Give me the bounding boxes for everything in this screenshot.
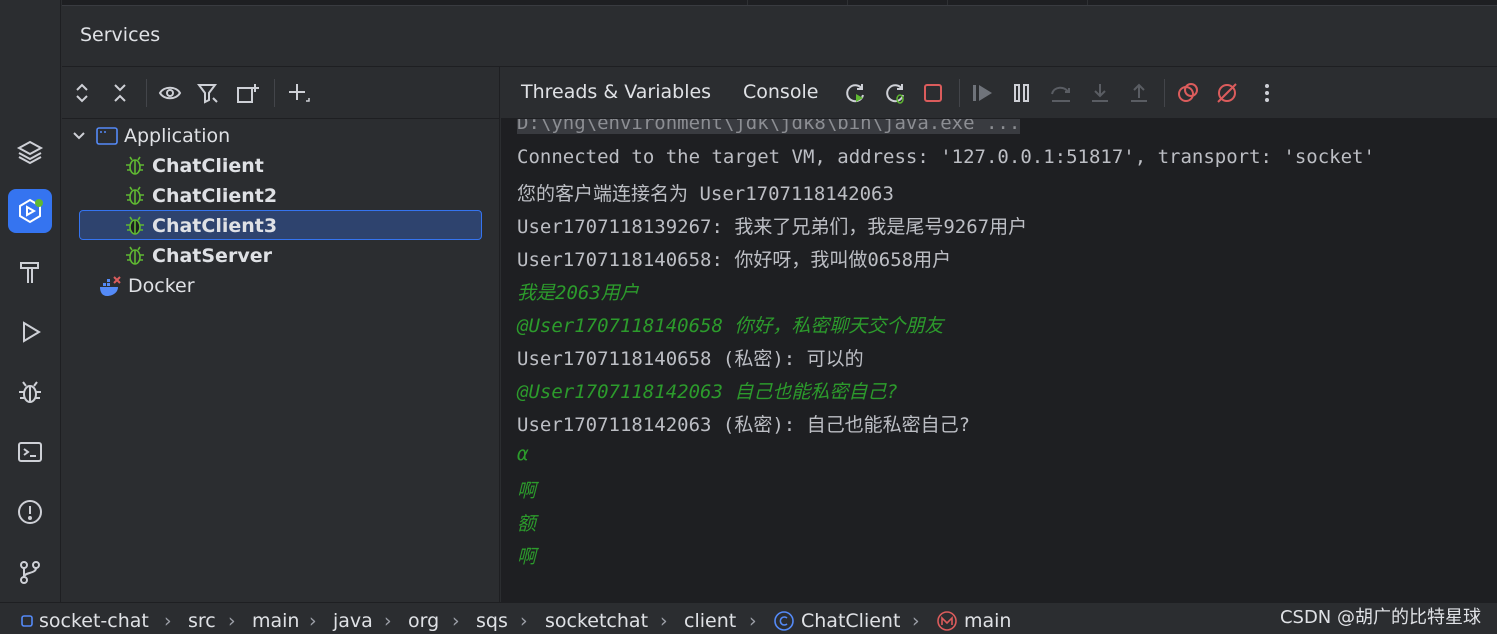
breadcrumb-label: main: [964, 610, 1012, 632]
tree-item-label: ChatClient3: [152, 215, 278, 237]
bug-icon: [124, 155, 146, 177]
tree-item-docker[interactable]: Docker: [98, 271, 195, 301]
terminal-icon[interactable]: [8, 430, 52, 474]
breadcrumb-label: socket-chat: [39, 610, 149, 632]
status-bar: socket-chat › src › main › java › org › …: [0, 602, 1497, 634]
module-icon: [21, 615, 33, 627]
debug-toolbar: Threads & Variables Console: [501, 67, 1497, 119]
breadcrumb-label: ChatClient: [801, 610, 901, 632]
console-user-input-line: α: [517, 443, 529, 465]
breadcrumb-socketchat[interactable]: socketchat: [545, 610, 648, 632]
console-user-input-line: 啊: [517, 480, 537, 502]
bug-icon: [124, 245, 146, 267]
breadcrumb-chevron-icon: ›: [660, 610, 668, 632]
tree-item-label: ChatClient2: [152, 185, 278, 207]
tree-item-chatclient3[interactable]: ChatClient3: [124, 211, 277, 241]
tab-console[interactable]: Console: [743, 81, 818, 103]
layers-icon[interactable]: [8, 130, 52, 174]
breadcrumb-chevron-icon: ›: [749, 610, 757, 632]
breadcrumb-method[interactable]: main: [936, 610, 1011, 632]
resume-icon[interactable]: [969, 79, 997, 107]
breadcrumb-sqs[interactable]: sqs: [476, 610, 508, 632]
class-icon: [774, 611, 794, 631]
services-header: Services: [62, 6, 1497, 67]
debug-bug-icon[interactable]: [8, 370, 52, 414]
rerun-debug-icon[interactable]: [881, 79, 909, 107]
breadcrumb-chevron-icon: ›: [912, 610, 920, 632]
mute-breakpoints-icon[interactable]: [1213, 79, 1241, 107]
console-line: User1707118140658 (私密): 可以的: [517, 348, 864, 370]
more-options-icon[interactable]: [1253, 79, 1281, 107]
services-tree-pane: Application ChatClient ChatClient2 ChatC…: [62, 67, 500, 602]
tree-item-label: Docker: [128, 275, 195, 297]
breadcrumb-chevron-icon: ›: [452, 610, 460, 632]
console-line: Connected to the target VM, address: '12…: [517, 146, 1375, 168]
console-user-input-line: @User1707118142063 自己也能私密自己?: [517, 381, 898, 403]
console-user-input-line: 我是2063用户: [517, 282, 639, 304]
breadcrumb-chevron-icon: ›: [520, 610, 528, 632]
docker-icon: [98, 275, 122, 297]
tree-item-chatclient2[interactable]: ChatClient2: [124, 181, 277, 211]
step-out-icon[interactable]: [1125, 79, 1153, 107]
tree-item-chatclient[interactable]: ChatClient: [124, 151, 264, 181]
collapse-all-icon[interactable]: [106, 79, 134, 107]
rerun-icon[interactable]: [841, 79, 869, 107]
tree-item-label: Application: [124, 125, 231, 147]
tree-item-label: ChatServer: [152, 245, 272, 267]
expand-all-icon[interactable]: [68, 79, 96, 107]
breadcrumb-class[interactable]: ChatClient: [773, 610, 900, 632]
build-hammer-icon[interactable]: [8, 250, 52, 294]
panel-title: Services: [80, 24, 161, 46]
breadcrumb-chevron-icon: ›: [309, 610, 317, 632]
breadcrumb-src[interactable]: src: [188, 610, 216, 632]
breadcrumb-chevron-icon: ›: [164, 610, 172, 632]
breadcrumb-org[interactable]: org: [408, 610, 439, 632]
tool-window-strip: [0, 0, 61, 602]
chevron-down-icon[interactable]: [72, 129, 86, 143]
eye-icon[interactable]: [156, 79, 184, 107]
breadcrumb-java[interactable]: java: [333, 610, 373, 632]
new-group-icon[interactable]: [234, 79, 262, 107]
run-icon[interactable]: [8, 310, 52, 354]
console-user-input-line: 额: [517, 513, 537, 535]
console-pane: Threads & Variables Console D:\yng\envir…: [501, 67, 1497, 602]
git-branch-icon[interactable]: [8, 550, 52, 594]
watermark: CSDN @胡广的比特星球: [1279, 607, 1481, 628]
tree-toolbar: [62, 67, 500, 119]
tree-item-label: ChatClient: [152, 155, 264, 177]
tree-item-application[interactable]: Application: [72, 121, 230, 151]
application-icon: [96, 127, 118, 145]
breadcrumb-client[interactable]: client: [684, 610, 736, 632]
console-user-input-line: 啊: [517, 546, 537, 568]
console-line: User1707118139267: 我来了兄弟们，我是尾号9267用户: [517, 216, 1028, 238]
step-into-icon[interactable]: [1086, 79, 1114, 107]
console-line: User1707118140658: 你好呀，我叫做0658用户: [517, 249, 952, 271]
console-line: 您的客户端连接名为 User1707118142063: [517, 183, 894, 205]
filter-icon[interactable]: [194, 79, 222, 107]
services-icon[interactable]: [8, 189, 52, 233]
bug-icon: [124, 185, 146, 207]
console-command-line: D:\yng\environment\jdk\jdk8\bin\java.exe…: [517, 119, 1021, 134]
breadcrumb-chevron-icon: ›: [228, 610, 236, 632]
problems-icon[interactable]: [8, 490, 52, 534]
console-line: User1707118142063 (私密): 自己也能私密自己?: [517, 414, 971, 436]
console-user-input-line: @User1707118140658 你好，私密聊天交个朋友: [517, 315, 944, 337]
stop-icon[interactable]: [919, 79, 947, 107]
view-breakpoints-icon[interactable]: [1174, 79, 1202, 107]
console-output[interactable]: D:\yng\environment\jdk\jdk8\bin\java.exe…: [501, 119, 1497, 602]
breadcrumb-project[interactable]: socket-chat: [20, 610, 149, 632]
method-icon: [937, 611, 957, 631]
add-service-icon[interactable]: [284, 79, 312, 107]
breadcrumb-chevron-icon: ›: [384, 610, 392, 632]
tree-item-chatserver[interactable]: ChatServer: [124, 241, 272, 271]
pause-icon[interactable]: [1008, 79, 1036, 107]
tab-threads-variables[interactable]: Threads & Variables: [521, 81, 711, 103]
breadcrumb-main[interactable]: main: [252, 610, 299, 632]
step-over-icon[interactable]: [1047, 79, 1075, 107]
bug-icon: [124, 215, 146, 237]
